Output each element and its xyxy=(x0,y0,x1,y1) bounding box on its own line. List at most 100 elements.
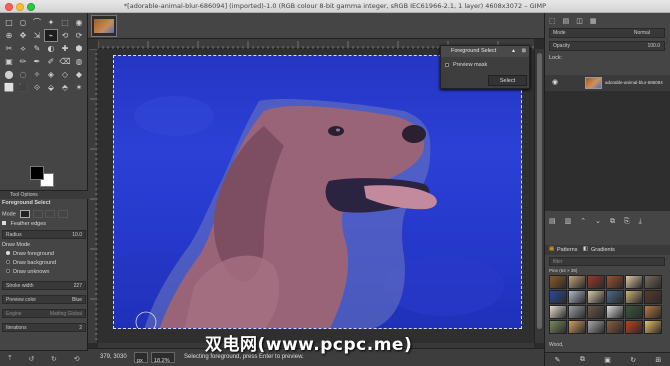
tool-button[interactable]: ◐ xyxy=(44,42,58,55)
pattern-swatch[interactable] xyxy=(644,320,662,334)
tool-button[interactable]: ✥ xyxy=(16,29,30,42)
pattern-swatch[interactable] xyxy=(606,320,624,334)
preview-mask-checkbox[interactable] xyxy=(445,62,449,67)
tool-button[interactable]: ✒ xyxy=(30,55,44,68)
pattern-swatch[interactable] xyxy=(625,275,643,289)
feather-edges-checkbox[interactable] xyxy=(2,221,6,225)
image-canvas[interactable] xyxy=(113,55,522,329)
eye-icon[interactable]: ◉ xyxy=(552,78,558,86)
paths-tab-icon[interactable]: ◫ xyxy=(576,17,583,25)
tool-button[interactable]: ◈ xyxy=(44,68,58,81)
iterations-field[interactable]: Iterations 2 xyxy=(2,323,86,332)
tool-button[interactable]: ✂ xyxy=(2,42,16,55)
layers-tab-icon[interactable]: ⬚ xyxy=(549,17,556,25)
tool-button[interactable]: ⌁ xyxy=(44,29,58,42)
layer-mode-select[interactable]: Mode Normal xyxy=(549,28,665,38)
tab-patterns[interactable]: Patterns xyxy=(557,247,577,253)
tool-button[interactable]: ⬜ xyxy=(2,81,16,94)
pattern-swatch[interactable] xyxy=(549,305,567,319)
tool-button[interactable]: ✶ xyxy=(72,81,86,94)
tool-button[interactable]: □ xyxy=(2,16,16,29)
pattern-swatch[interactable] xyxy=(549,275,567,289)
mode-intersect-button[interactable] xyxy=(57,210,68,218)
close-icon[interactable]: ⊠ xyxy=(522,48,526,54)
delete-layer-icon[interactable]: ⤓ xyxy=(639,217,642,226)
image-tab[interactable] xyxy=(91,15,117,37)
tool-button[interactable]: ✦ xyxy=(44,16,58,29)
preview-mask-toggle[interactable]: Preview mask xyxy=(445,62,487,68)
pattern-swatch[interactable] xyxy=(644,275,662,289)
reset-options-icon[interactable]: ⟲ xyxy=(74,355,80,363)
layer-row[interactable]: ◉ adorable-animal-blur-686094 xyxy=(545,75,670,91)
tool-button[interactable]: ⌫ xyxy=(58,55,72,68)
new-layer-group-icon[interactable]: ▥ xyxy=(565,217,572,225)
tool-button[interactable]: ◍ xyxy=(72,55,86,68)
pattern-swatch[interactable] xyxy=(568,290,586,304)
tool-button[interactable]: ⌒ xyxy=(30,16,44,29)
mode-replace-button[interactable] xyxy=(20,210,31,218)
tool-button[interactable]: ✏ xyxy=(16,55,30,68)
pattern-swatch[interactable] xyxy=(568,275,586,289)
tool-button[interactable]: ✎ xyxy=(30,42,44,55)
tool-button[interactable]: ⬢ xyxy=(72,42,86,55)
pattern-swatch[interactable] xyxy=(625,320,643,334)
tool-button[interactable]: ⟡ xyxy=(16,42,30,55)
pattern-filter-input[interactable]: filter xyxy=(549,257,665,266)
tool-button[interactable]: ✐ xyxy=(44,55,58,68)
tool-button[interactable]: ○ xyxy=(16,16,30,29)
tool-options-tab[interactable]: Tool Options xyxy=(0,190,88,199)
canvas-area[interactable] xyxy=(98,49,534,343)
pattern-swatch[interactable] xyxy=(587,320,605,334)
tool-button[interactable]: ✧ xyxy=(30,68,44,81)
raise-layer-icon[interactable]: ⌃ xyxy=(580,217,586,225)
delete-options-icon[interactable]: ↻ xyxy=(51,355,57,363)
tool-button[interactable]: ⬚ xyxy=(58,16,72,29)
select-button[interactable]: Select xyxy=(488,75,527,86)
opacity-field[interactable]: Opacity 100.0 xyxy=(549,41,665,51)
mode-add-button[interactable] xyxy=(32,210,43,218)
draw-mode-background[interactable]: Draw background xyxy=(2,260,86,266)
pin-icon[interactable]: ▲ xyxy=(511,48,516,54)
pattern-swatch[interactable] xyxy=(625,290,643,304)
pattern-swatch[interactable] xyxy=(606,290,624,304)
tool-button[interactable]: ◇ xyxy=(58,68,72,81)
tab-gradients[interactable]: Gradients xyxy=(591,247,615,253)
duplicate-layer-icon[interactable]: ⧉ xyxy=(610,217,615,226)
feather-edges-row[interactable]: Feather edges xyxy=(2,221,86,227)
pattern-swatch[interactable] xyxy=(644,290,662,304)
pattern-swatch[interactable] xyxy=(587,305,605,319)
pattern-swatch[interactable] xyxy=(587,275,605,289)
tool-button[interactable]: ▣ xyxy=(2,55,16,68)
tool-button[interactable]: ◆ xyxy=(72,68,86,81)
engine-select[interactable]: Engine Matting Global xyxy=(2,309,86,318)
tool-button[interactable]: ✚ xyxy=(58,42,72,55)
radius-field[interactable]: Radius 10.0 xyxy=(2,230,86,239)
layers-list-area[interactable] xyxy=(545,91,670,211)
anchor-layer-icon[interactable]: ⎘ xyxy=(624,217,630,226)
pattern-swatch[interactable] xyxy=(606,275,624,289)
pattern-view-icon[interactable]: ⊞ xyxy=(655,356,661,364)
zoom-select[interactable]: 18.2% xyxy=(151,352,175,364)
tool-button[interactable]: ⊕ xyxy=(2,29,16,42)
foreground-color-swatch[interactable] xyxy=(30,166,44,180)
tool-button[interactable]: ⟲ xyxy=(58,29,72,42)
tool-button[interactable]: ⬛ xyxy=(16,81,30,94)
new-layer-icon[interactable]: ▤ xyxy=(549,217,556,225)
restore-options-icon[interactable]: ↺ xyxy=(28,355,34,363)
unit-select[interactable]: px xyxy=(134,352,148,364)
tool-button[interactable]: ⬘ xyxy=(58,81,72,94)
pattern-swatch[interactable] xyxy=(568,320,586,334)
tool-button[interactable]: ◉ xyxy=(72,16,86,29)
refresh-patterns-icon[interactable]: ↻ xyxy=(630,356,636,364)
mode-subtract-button[interactable] xyxy=(45,210,56,218)
undo-history-tab-icon[interactable]: ▦ xyxy=(590,17,597,25)
tool-button[interactable]: ⬙ xyxy=(44,81,58,94)
open-pattern-icon[interactable]: ▣ xyxy=(604,356,611,364)
pattern-swatch[interactable] xyxy=(606,305,624,319)
scrollbar-thumb[interactable] xyxy=(537,53,542,329)
stroke-width-field[interactable]: Stroke width 227 xyxy=(2,281,86,290)
preview-color-select[interactable]: Preview color Blue xyxy=(2,295,86,304)
pattern-swatch[interactable] xyxy=(568,305,586,319)
tool-button[interactable]: ⇲ xyxy=(30,29,44,42)
channels-tab-icon[interactable]: ▤ xyxy=(563,17,570,25)
